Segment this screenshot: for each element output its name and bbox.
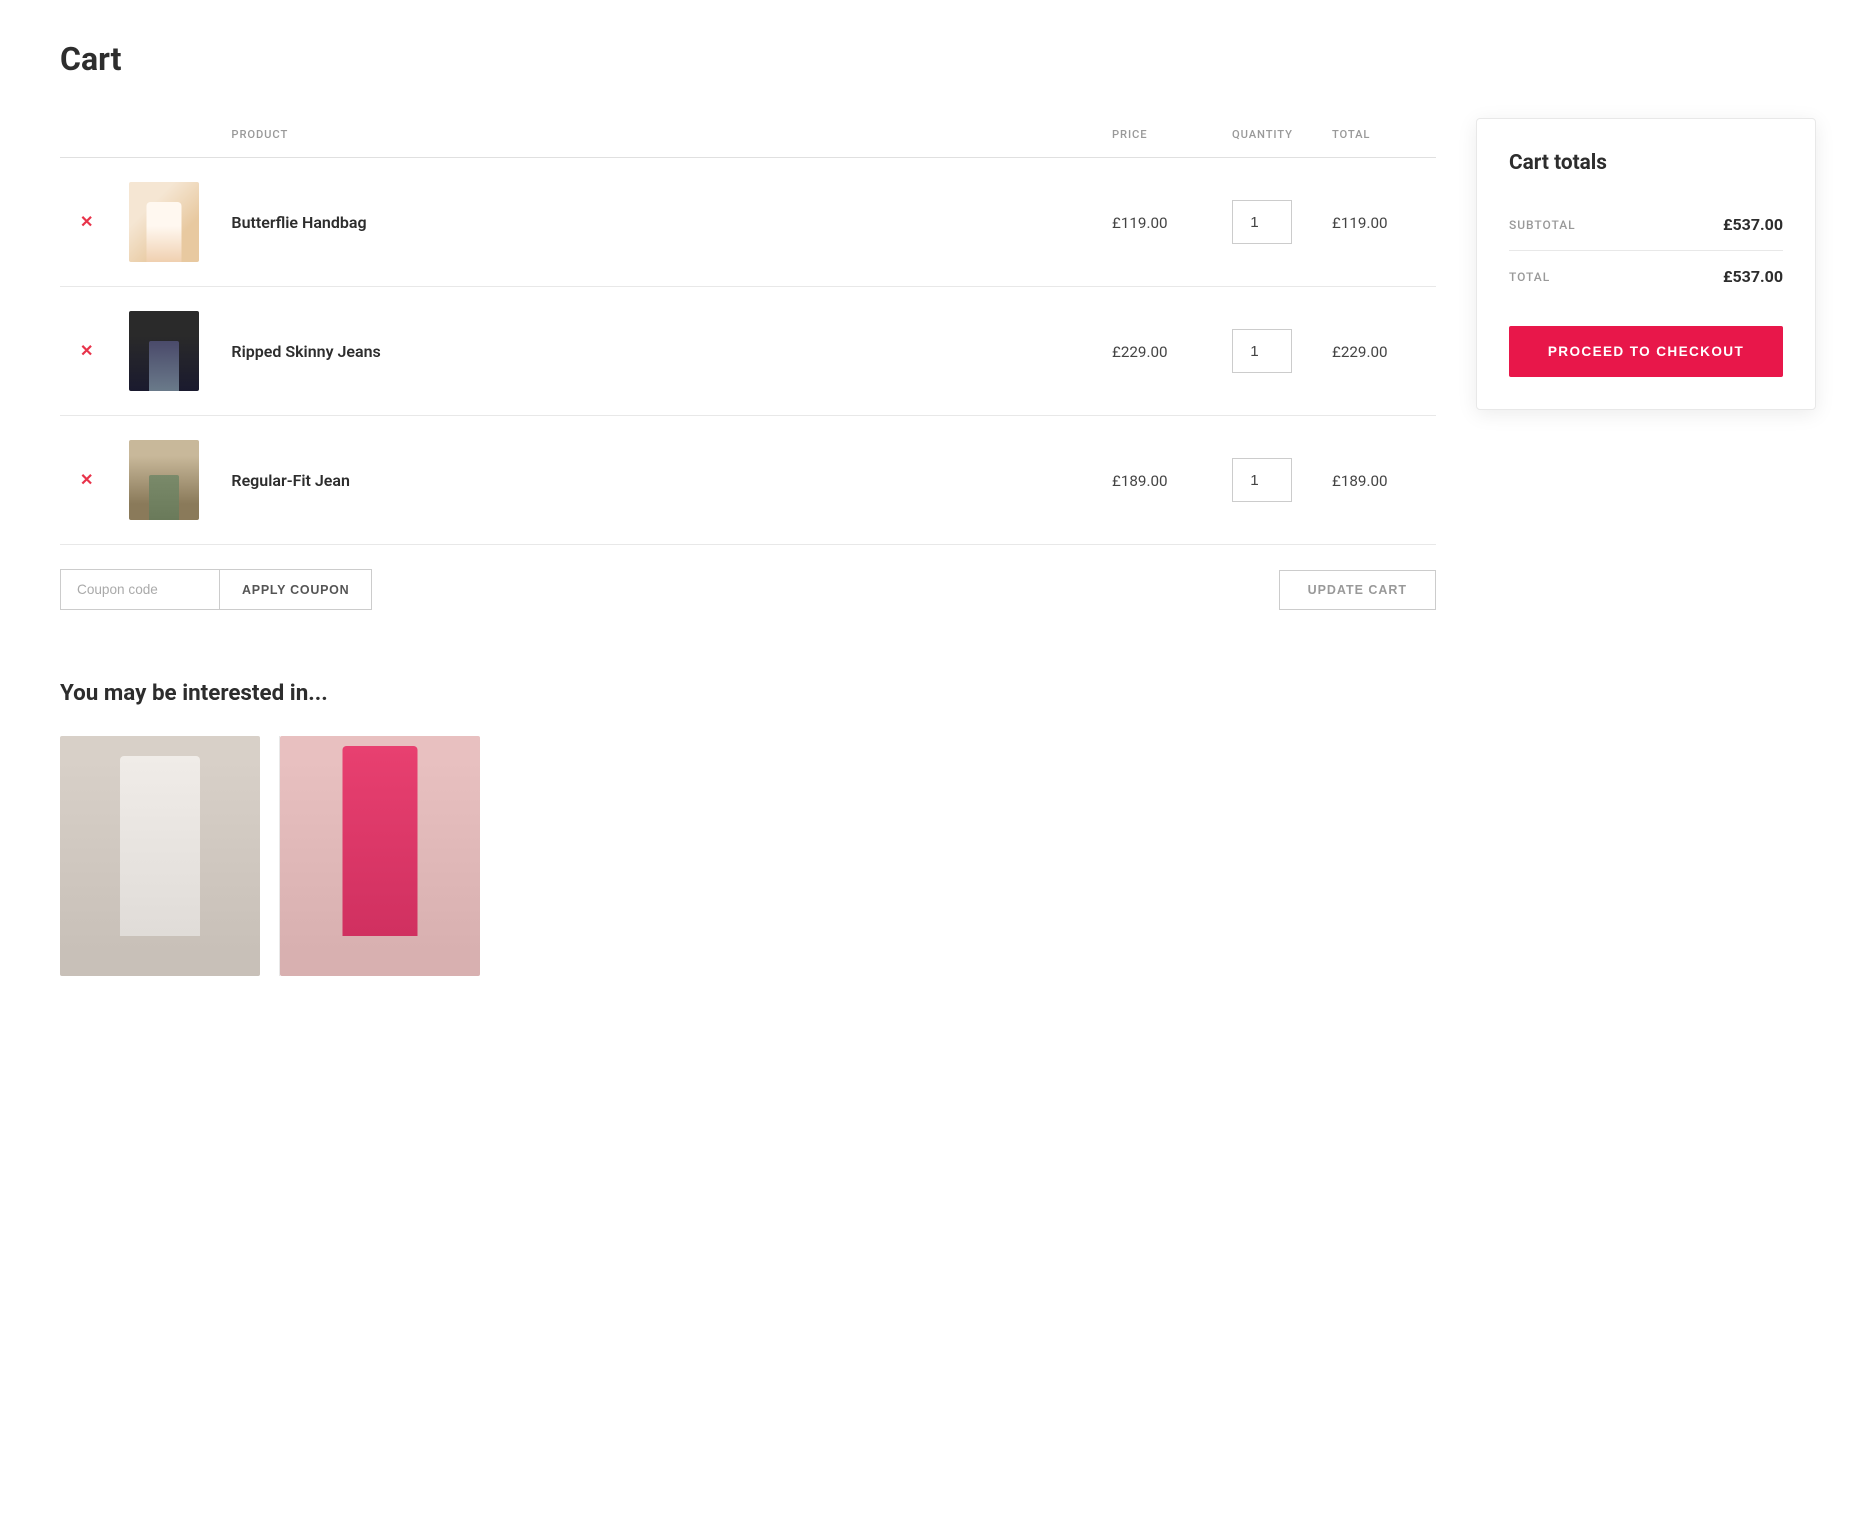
product-name: Ripped Skinny Jeans bbox=[231, 342, 380, 361]
name-cell: Regular-Fit Jean bbox=[215, 416, 1096, 545]
subtotal-value: £537.00 bbox=[1723, 215, 1783, 234]
recommended-image-blazer[interactable] bbox=[60, 736, 260, 976]
coupon-area: APPLY COUPON bbox=[60, 569, 372, 610]
image-cell bbox=[113, 287, 215, 416]
cart-sidebar: Cart totals SUBTOTAL £537.00 TOTAL £537.… bbox=[1476, 118, 1816, 410]
product-price: £229.00 bbox=[1112, 343, 1168, 361]
product-price: £119.00 bbox=[1112, 214, 1168, 232]
subtotal-label: SUBTOTAL bbox=[1509, 218, 1576, 232]
cart-layout: PRODUCT PRICE QUANTITY TOTAL Butterflie … bbox=[60, 118, 1816, 610]
cart-totals-box: Cart totals SUBTOTAL £537.00 TOTAL £537.… bbox=[1476, 118, 1816, 410]
col-header-product: PRODUCT bbox=[215, 118, 1096, 158]
image-cell bbox=[113, 416, 215, 545]
name-cell: Butterflie Handbag bbox=[215, 158, 1096, 287]
product-total: £189.00 bbox=[1332, 472, 1388, 490]
recommended-item bbox=[280, 736, 500, 976]
col-header-remove bbox=[60, 118, 113, 158]
product-thumbnail bbox=[129, 311, 199, 391]
apply-coupon-button[interactable]: APPLY COUPON bbox=[220, 569, 372, 610]
price-cell: £229.00 bbox=[1096, 287, 1216, 416]
product-thumbnail bbox=[129, 440, 199, 520]
remove-item-button[interactable] bbox=[76, 337, 97, 365]
cart-main: PRODUCT PRICE QUANTITY TOTAL Butterflie … bbox=[60, 118, 1436, 610]
quantity-input[interactable] bbox=[1232, 200, 1292, 244]
remove-cell bbox=[60, 416, 113, 545]
price-cell: £189.00 bbox=[1096, 416, 1216, 545]
product-total: £229.00 bbox=[1332, 343, 1388, 361]
coupon-input[interactable] bbox=[60, 569, 220, 610]
remove-cell bbox=[60, 158, 113, 287]
image-cell bbox=[113, 158, 215, 287]
recommended-item bbox=[60, 736, 280, 976]
update-cart-button[interactable]: UPDATE CART bbox=[1279, 570, 1436, 610]
col-header-quantity: QUANTITY bbox=[1216, 118, 1316, 158]
total-cell: £189.00 bbox=[1316, 416, 1436, 545]
price-cell: £119.00 bbox=[1096, 158, 1216, 287]
recommended-grid bbox=[60, 736, 1816, 976]
total-label: TOTAL bbox=[1509, 270, 1550, 284]
cart-totals-title: Cart totals bbox=[1509, 151, 1783, 175]
remove-item-button[interactable] bbox=[76, 466, 97, 494]
remove-cell bbox=[60, 287, 113, 416]
table-row: Butterflie Handbag £119.00 £119.00 bbox=[60, 158, 1436, 287]
table-row: Ripped Skinny Jeans £229.00 £229.00 bbox=[60, 287, 1436, 416]
recommended-section: You may be interested in... bbox=[60, 680, 1816, 976]
qty-cell bbox=[1216, 158, 1316, 287]
qty-cell bbox=[1216, 416, 1316, 545]
total-value: £537.00 bbox=[1723, 267, 1783, 286]
col-header-price: PRICE bbox=[1096, 118, 1216, 158]
product-name: Regular-Fit Jean bbox=[231, 471, 350, 490]
col-header-image bbox=[113, 118, 215, 158]
subtotal-row: SUBTOTAL £537.00 bbox=[1509, 199, 1783, 250]
product-thumbnail bbox=[129, 182, 199, 262]
col-header-total: TOTAL bbox=[1316, 118, 1436, 158]
total-cell: £229.00 bbox=[1316, 287, 1436, 416]
page-title: Cart bbox=[60, 40, 1816, 78]
table-row: Regular-Fit Jean £189.00 £189.00 bbox=[60, 416, 1436, 545]
total-cell: £119.00 bbox=[1316, 158, 1436, 287]
product-name: Butterflie Handbag bbox=[231, 213, 366, 232]
cart-table: PRODUCT PRICE QUANTITY TOTAL Butterflie … bbox=[60, 118, 1436, 545]
cart-bottom: APPLY COUPON UPDATE CART bbox=[60, 545, 1436, 610]
total-row: TOTAL £537.00 bbox=[1509, 250, 1783, 302]
quantity-input[interactable] bbox=[1232, 458, 1292, 502]
recommended-image-pink-blazer[interactable] bbox=[280, 736, 480, 976]
product-total: £119.00 bbox=[1332, 214, 1388, 232]
proceed-to-checkout-button[interactable]: PROCEED TO CHECKOUT bbox=[1509, 326, 1783, 377]
recommended-title: You may be interested in... bbox=[60, 680, 1816, 706]
quantity-input[interactable] bbox=[1232, 329, 1292, 373]
remove-item-button[interactable] bbox=[76, 208, 97, 236]
name-cell: Ripped Skinny Jeans bbox=[215, 287, 1096, 416]
product-price: £189.00 bbox=[1112, 472, 1168, 490]
qty-cell bbox=[1216, 287, 1316, 416]
